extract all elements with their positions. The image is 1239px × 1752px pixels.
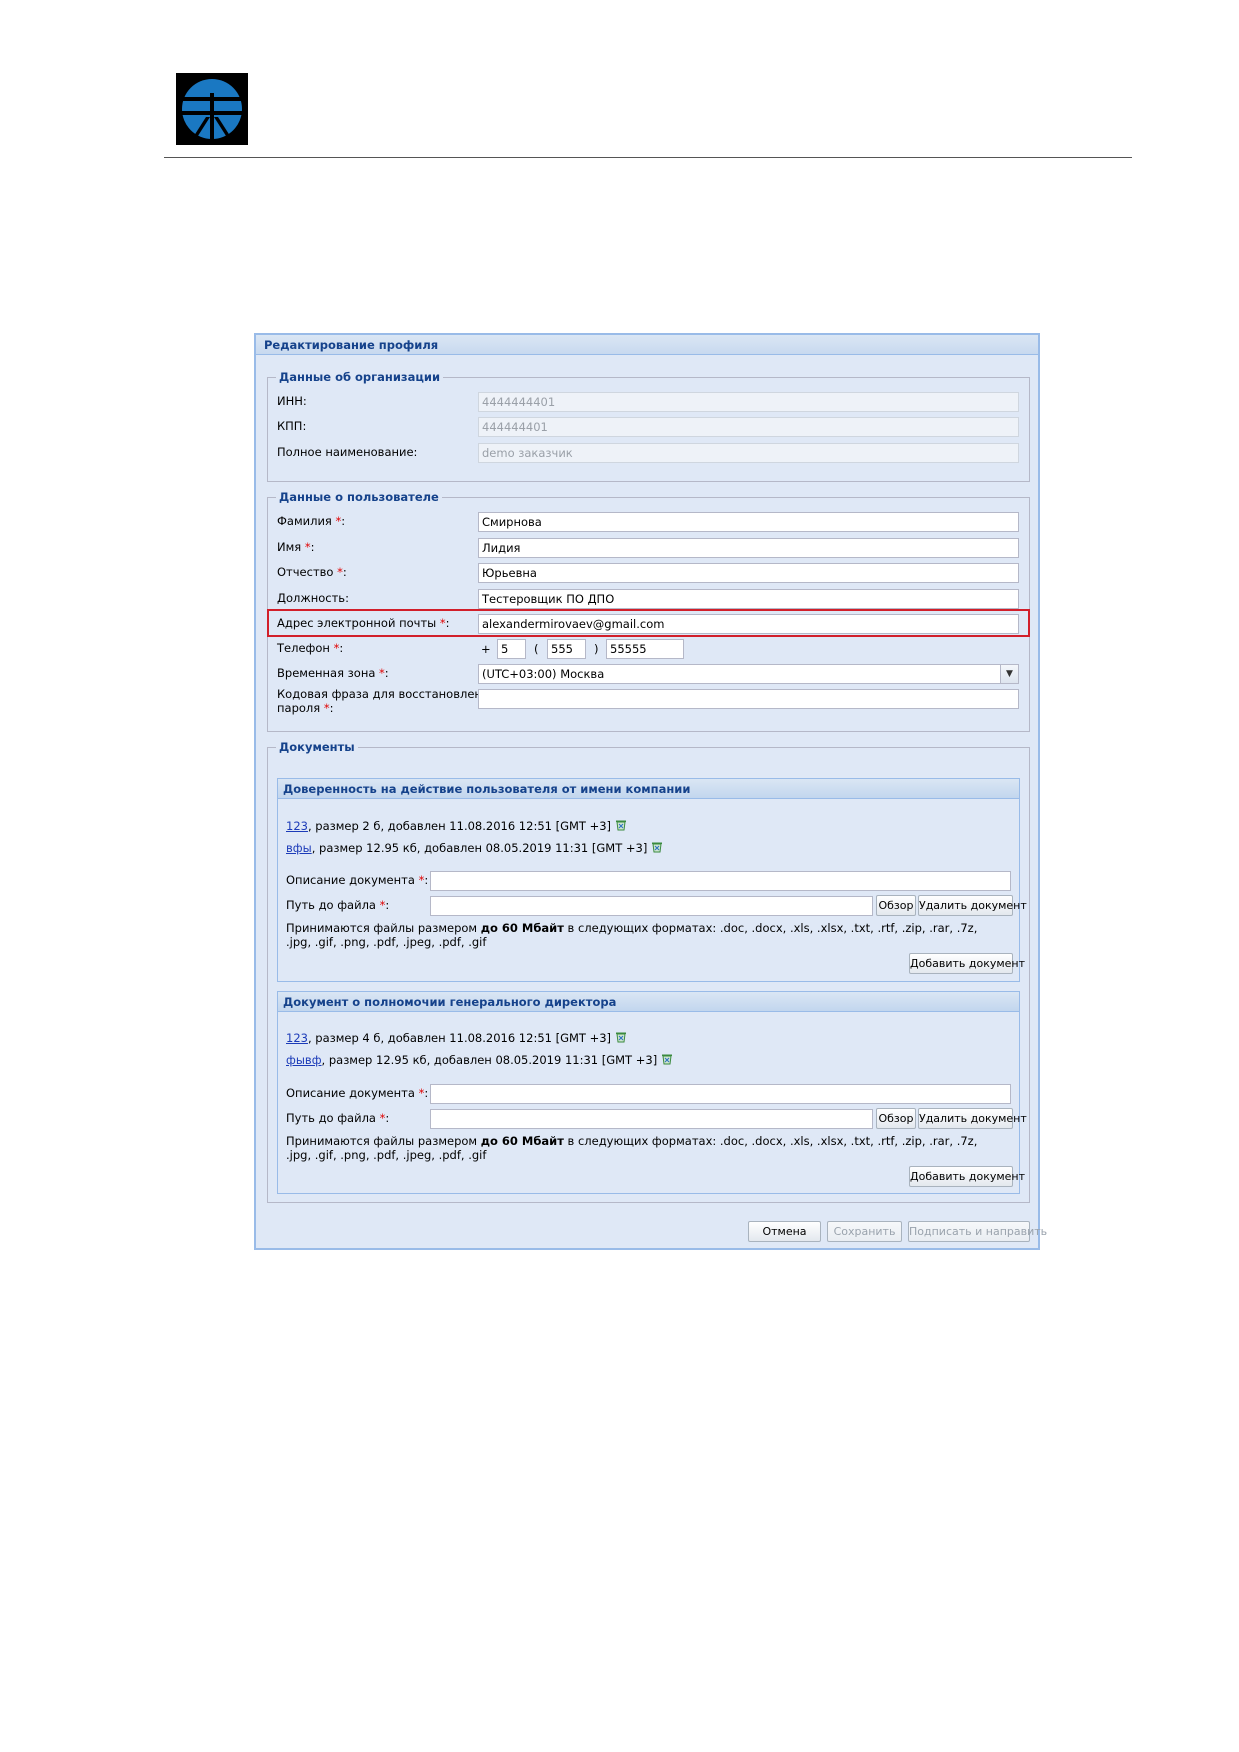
codephrase-label: Кодовая фраза для восстановления пароля *… [277, 687, 497, 715]
phone-country-input[interactable]: 5 [497, 639, 526, 659]
timezone-label: Временная зона *: [277, 666, 389, 680]
file-link[interactable]: фывф [286, 1053, 322, 1067]
panel-title: Доверенность на действие пользователя от… [278, 779, 1019, 799]
file-item: фывф, размер 12.95 кб, добавлен 08.05.20… [286, 1053, 673, 1067]
doc-description-input[interactable] [430, 871, 1011, 891]
document-panel-director-authority: Документ о полномочии генерального дирек… [277, 991, 1027, 1194]
user-legend: Данные о пользователе [279, 490, 439, 504]
path-label: Путь до файла *: [286, 898, 390, 912]
document-panel-power-of-attorney: Доверенность на действие пользователя от… [277, 778, 1027, 982]
trash-icon[interactable] [651, 841, 663, 853]
panel-title: Документ о полномочии генерального дирек… [278, 992, 1019, 1012]
org-legend: Данные об организации [279, 370, 441, 384]
header-divider [164, 157, 1132, 158]
chevron-down-icon[interactable]: ▼ [1000, 665, 1018, 683]
browse-button[interactable]: Обзор [876, 895, 916, 916]
timezone-select[interactable]: (UTC+03:00) Москва ▼ [478, 664, 1019, 684]
middlename-label: Отчество *: [277, 565, 347, 579]
kpp-field[interactable]: 444444401 [478, 417, 1019, 437]
position-input[interactable]: Тестеровщик ПО ДПО [478, 589, 1019, 609]
file-item: 123, размер 2 б, добавлен 11.08.2016 12:… [286, 819, 627, 833]
email-label: Адрес электронной почты *: [277, 616, 450, 630]
lastname-label: Фамилия *: [277, 514, 346, 528]
documents-legend: Документы [279, 740, 355, 754]
file-path-input[interactable] [430, 896, 873, 916]
firstname-label: Имя *: [277, 540, 315, 554]
phone-code-input[interactable]: 555 [547, 639, 586, 659]
file-format-hint: Принимаются файлы размером до 60 Мбайт в… [286, 921, 978, 949]
trash-icon[interactable] [661, 1053, 673, 1065]
browse-button[interactable]: Обзор [876, 1108, 916, 1129]
file-link[interactable]: 123 [286, 1031, 308, 1045]
edit-profile-window: Редактирование профиля Данные об организ… [254, 333, 1047, 1250]
file-link[interactable]: 123 [286, 819, 308, 833]
window-title: Редактирование профиля [256, 335, 1038, 355]
phone-open-paren: ( [534, 642, 539, 656]
cancel-button[interactable]: Отмена [748, 1221, 821, 1242]
timezone-value: (UTC+03:00) Москва [482, 667, 605, 681]
sign-and-send-button[interactable]: Подписать и направить [908, 1221, 1047, 1242]
delete-document-button[interactable]: Удалить документ [918, 895, 1027, 916]
phone-number-input[interactable]: 55555 [606, 639, 684, 659]
trash-icon[interactable] [615, 1031, 627, 1043]
add-document-button[interactable]: Добавить документ [909, 953, 1025, 974]
file-item: 123, размер 4 б, добавлен 11.08.2016 12:… [286, 1031, 627, 1045]
add-document-button[interactable]: Добавить документ [909, 1166, 1025, 1187]
save-button[interactable]: Сохранить [827, 1221, 902, 1242]
phone-close-paren: ) [594, 642, 599, 656]
phone-label: Телефон *: [277, 641, 344, 655]
lastname-input[interactable]: Смирнова [478, 512, 1019, 532]
file-path-input[interactable] [430, 1109, 873, 1129]
inn-label: ИНН: [277, 394, 307, 408]
codephrase-input[interactable] [478, 689, 1019, 709]
file-item: вфы, размер 12.95 кб, добавлен 08.05.201… [286, 841, 663, 855]
desc-label: Описание документа *: [286, 873, 429, 887]
doc-description-input[interactable] [430, 1084, 1011, 1104]
trash-icon[interactable] [615, 819, 627, 831]
company-logo [176, 73, 248, 145]
email-input[interactable]: alexandermirovaev@gmail.com [478, 614, 1019, 634]
file-link[interactable]: вфы [286, 841, 312, 855]
kpp-label: КПП: [277, 419, 307, 433]
phone-plus: + [481, 642, 491, 656]
delete-document-button[interactable]: Удалить документ [918, 1108, 1027, 1129]
firstname-input[interactable]: Лидия [478, 538, 1019, 558]
position-label: Должность: [277, 591, 349, 605]
fullname-field[interactable]: demo заказчик [478, 443, 1019, 463]
path-label: Путь до файла *: [286, 1111, 390, 1125]
fullname-label: Полное наименование: [277, 445, 418, 459]
middlename-input[interactable]: Юрьевна [478, 563, 1019, 583]
desc-label: Описание документа *: [286, 1086, 429, 1100]
inn-field[interactable]: 4444444401 [478, 392, 1019, 412]
file-format-hint: Принимаются файлы размером до 60 Мбайт в… [286, 1134, 978, 1162]
